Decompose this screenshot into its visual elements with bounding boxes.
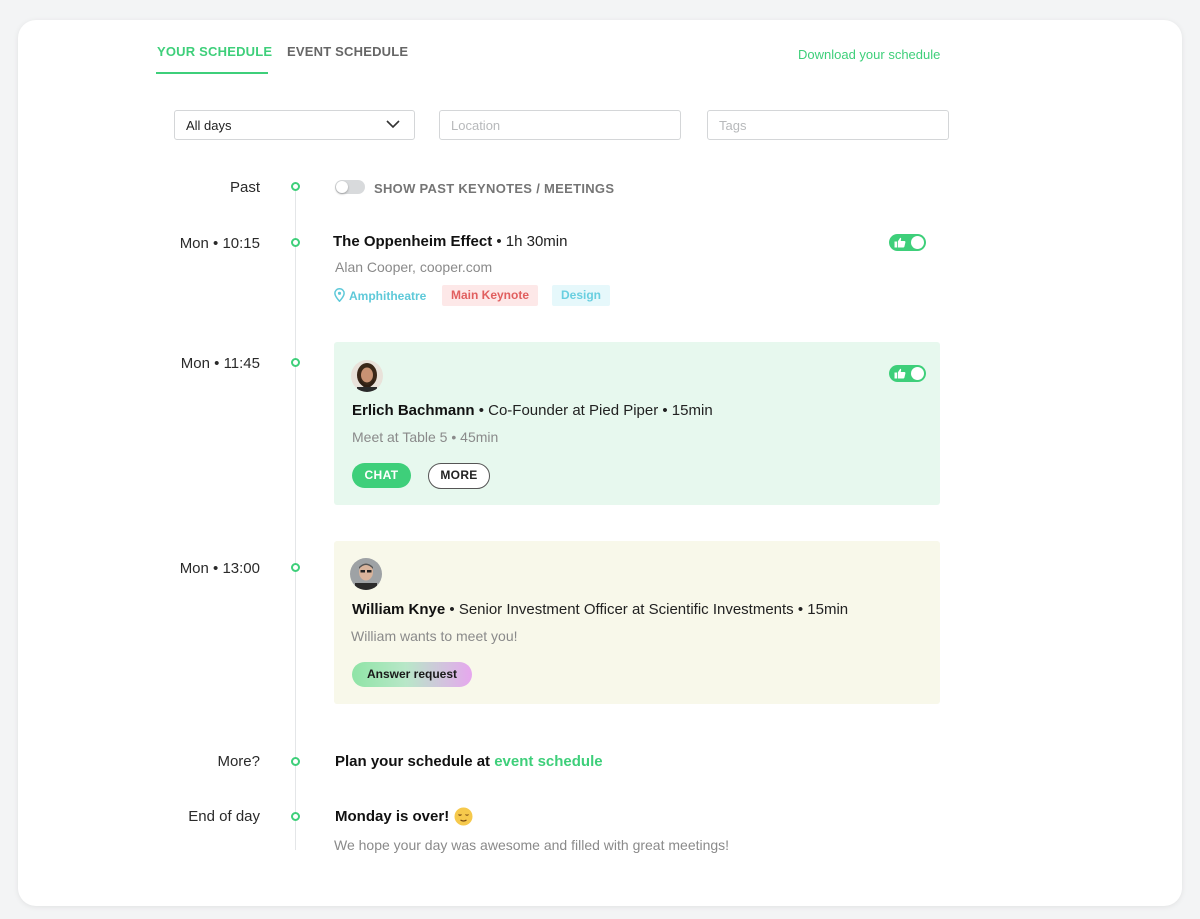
- chevron-down-icon: [386, 120, 400, 129]
- event-1-duration: • 1h 30min: [492, 233, 568, 250]
- tag-design[interactable]: Design: [552, 285, 611, 306]
- avatar: [351, 360, 383, 392]
- download-schedule-link[interactable]: Download your schedule: [798, 47, 940, 62]
- tab-your-schedule[interactable]: YOUR SCHEDULE: [157, 44, 272, 59]
- time-label-event-1: Mon • 10:15: [179, 235, 260, 252]
- event-schedule-link[interactable]: event schedule: [494, 753, 602, 770]
- days-select[interactable]: All days: [174, 110, 415, 140]
- time-label-past: Past: [229, 179, 260, 196]
- event-1-title: The Oppenheim Effect: [333, 233, 493, 250]
- tag-main-keynote[interactable]: Main Keynote: [442, 285, 539, 306]
- chat-button[interactable]: CHAT: [352, 463, 411, 488]
- tags-placeholder: Tags: [719, 117, 747, 133]
- meeting-card: [334, 342, 940, 505]
- thumbs-up-icon: [894, 368, 906, 379]
- location-pin-icon: [334, 288, 345, 302]
- timeline-dot: [291, 238, 300, 247]
- time-label-event-2: Mon • 11:45: [180, 355, 260, 372]
- end-of-day-title: Monday is over!: [335, 808, 450, 825]
- location-filter-input[interactable]: Location: [439, 110, 681, 140]
- timeline-dot: [291, 182, 300, 191]
- event-1-like-toggle[interactable]: [889, 234, 926, 251]
- timeline-dot: [291, 563, 300, 572]
- tags-filter-input[interactable]: Tags: [707, 110, 949, 140]
- answer-request-button[interactable]: Answer request: [352, 662, 472, 687]
- plan-schedule-text: Plan your schedule at event schedule: [335, 753, 603, 770]
- thumbs-up-icon: [894, 237, 906, 248]
- meeting-1-title-line: Erlich Bachmann • Co-Founder at Pied Pip…: [352, 402, 713, 419]
- meeting-2-title-line: William Knye • Senior Investment Officer…: [352, 601, 848, 618]
- end-of-day-message: We hope your day was awesome and filled …: [334, 837, 730, 853]
- show-past-toggle[interactable]: [335, 180, 365, 194]
- show-past-label: SHOW PAST KEYNOTES / MEETINGS: [374, 181, 615, 196]
- meeting-2-detail: • Senior Investment Officer at Scientifi…: [445, 601, 849, 618]
- time-label-end-of-day: End of day: [188, 808, 260, 825]
- relieved-face-icon: [454, 807, 473, 826]
- timeline-dot: [291, 358, 300, 367]
- tab-event-schedule[interactable]: EVENT SCHEDULE: [287, 44, 408, 59]
- event-1-speaker: Alan Cooper, cooper.com: [335, 259, 493, 275]
- event-1-location[interactable]: Amphitheatre: [349, 289, 426, 303]
- timeline-dot: [291, 812, 300, 821]
- meeting-1-detail: • Co-Founder at Pied Piper • 15min: [474, 402, 713, 419]
- timeline-dot: [291, 757, 300, 766]
- time-label-event-3: Mon • 13:00: [179, 560, 260, 577]
- meeting-1-sub: Meet at Table 5 • 45min: [352, 429, 499, 445]
- plan-schedule-prefix: Plan your schedule at: [335, 753, 495, 770]
- more-button[interactable]: MORE: [428, 463, 490, 489]
- time-label-more: More?: [217, 753, 260, 770]
- meeting-2-name: William Knye: [352, 601, 446, 618]
- meeting-2-sub: William wants to meet you!: [351, 628, 518, 644]
- meeting-1-name: Erlich Bachmann: [352, 402, 475, 419]
- days-select-value: All days: [186, 117, 232, 133]
- avatar: [350, 558, 382, 590]
- location-placeholder: Location: [451, 117, 501, 133]
- timeline-line: [295, 190, 296, 850]
- event-1-title-line[interactable]: The Oppenheim Effect • 1h 30min: [333, 233, 567, 250]
- event-2-like-toggle[interactable]: [889, 365, 926, 382]
- active-tab-indicator: [156, 72, 268, 74]
